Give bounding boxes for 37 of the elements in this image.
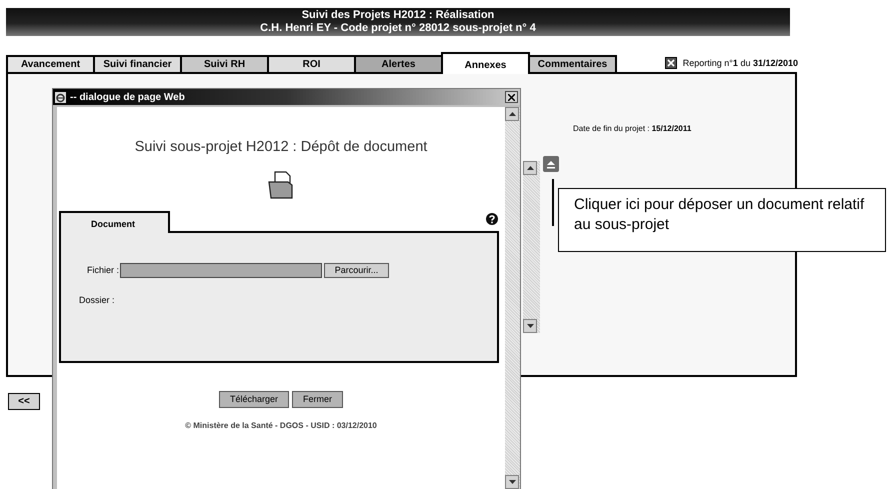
document-tab[interactable]: Document: [59, 210, 170, 233]
tab[interactable]: ROI: [267, 55, 356, 74]
tab[interactable]: Alertes: [354, 55, 443, 74]
file-path-field[interactable]: [120, 262, 322, 278]
browser-icon: [55, 92, 66, 102]
scroll-down-icon[interactable]: [505, 475, 519, 489]
tab[interactable]: Suivi RH: [180, 55, 269, 74]
dialog-heading: Suivi sous-projet H2012 : Dépôt de document: [134, 138, 428, 157]
page-title: Suivi des Projets H2012 : Réalisation: [302, 9, 494, 22]
dialog-button[interactable]: Fermer: [292, 390, 344, 408]
page-subtitle: C.H. Henri EY - Code projet n° 28012 sous-projet n° 4: [260, 22, 536, 35]
callout: Cliquer ici pour déposer un document relatif au sous-projet: [558, 188, 886, 252]
scroll-up-icon[interactable]: [505, 107, 519, 121]
browse-button[interactable]: Parcourir...: [324, 262, 389, 278]
dialog-title: -- dialogue de page Web: [70, 90, 185, 104]
tab[interactable]: Avancement: [6, 55, 95, 74]
tab[interactable]: Commentaires: [528, 55, 617, 74]
field-label: Fichier :: [86, 264, 119, 276]
leader-line: [552, 179, 554, 226]
project-end-date: Date de fin du projet : 15/12/2011: [573, 123, 692, 135]
dialog-button[interactable]: Télécharger: [218, 390, 290, 408]
back-button[interactable]: <<: [8, 393, 40, 410]
scroll-up-icon[interactable]: [523, 161, 537, 175]
scrollbar[interactable]: [505, 107, 520, 489]
copyright-text: © Ministère de la Santé - DGOS - USID : 03/12/2010: [185, 420, 377, 432]
scrollbar[interactable]: [523, 161, 540, 333]
close-icon: [508, 94, 515, 100]
help-icon[interactable]: [486, 212, 498, 225]
reporting-label: Reporting n°1 du 31/12/2010: [682, 56, 798, 70]
eject-icon: [546, 160, 556, 168]
folder-icon: [268, 170, 294, 199]
field-label: Dossier :: [79, 294, 115, 307]
scroll-down-icon[interactable]: [523, 319, 537, 333]
tab[interactable]: Annexes: [441, 52, 530, 74]
upload-button[interactable]: [543, 156, 559, 172]
close-button[interactable]: [505, 91, 518, 103]
tab[interactable]: Suivi financier: [93, 55, 182, 74]
